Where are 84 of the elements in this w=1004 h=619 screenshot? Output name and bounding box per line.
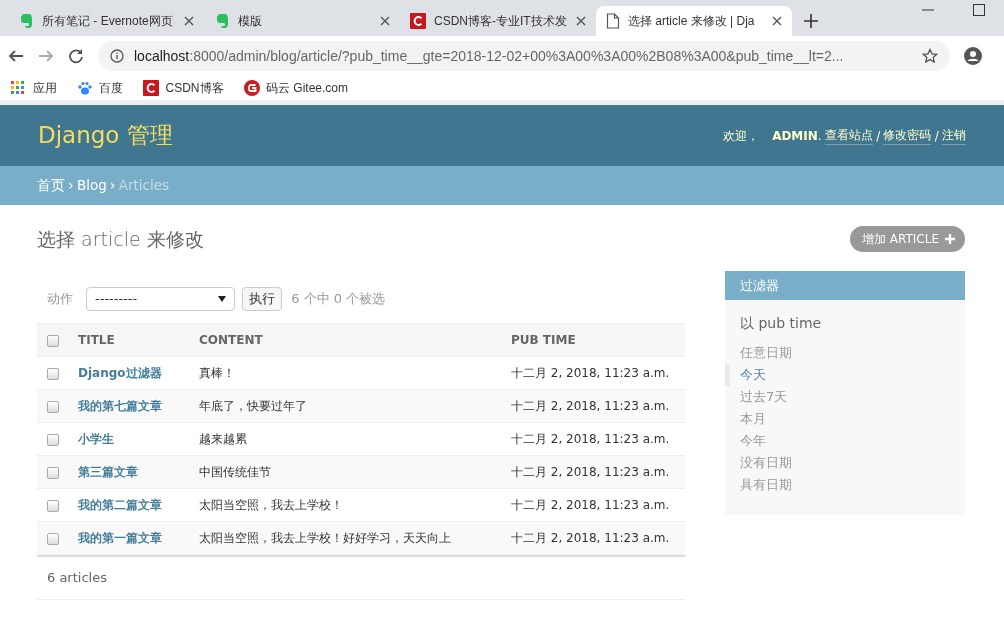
filter-option[interactable]: 任意日期 <box>725 342 965 364</box>
breadcrumb-separator: › <box>110 176 116 196</box>
close-icon[interactable] <box>380 16 390 26</box>
page-title: 选择 article 来修改 <box>37 227 204 251</box>
row-checkbox[interactable] <box>47 400 59 413</box>
welcome-text: 欢迎， <box>723 127 760 145</box>
content-text: 年底了，快要过年了 <box>199 399 307 413</box>
date-text: 十二月 2, 2018, 11:23 a.m. <box>511 531 670 545</box>
browser-tab[interactable]: 所有笔记 - Evernote网页 <box>8 6 204 36</box>
content-text: 太阳当空照，我去上学校！好好学习，天天向上 <box>199 531 451 545</box>
separator-text: . <box>817 127 822 145</box>
content-text: 中国传统佳节 <box>199 465 271 479</box>
row-checkbox[interactable] <box>47 367 59 380</box>
address-bar[interactable]: localhost:8000/admin/blog/article/?pub_time__gte=2018-12-02+00%3A00%3A00%2B08%3A00&pub_time__lt=2... <box>98 41 950 71</box>
row-checkbox[interactable] <box>47 499 59 512</box>
separator-text: / <box>876 127 881 145</box>
header-link[interactable]: 修改密码 <box>883 126 932 145</box>
filter-option[interactable]: 今年 <box>725 430 965 452</box>
title-link[interactable]: 小学生 <box>78 432 114 446</box>
breadcrumb-separator: › <box>68 176 74 196</box>
filter-option[interactable]: 本月 <box>725 408 965 430</box>
row-checkbox[interactable] <box>47 466 59 479</box>
info-icon <box>110 49 124 63</box>
bookmark[interactable]: CSDN博客 <box>143 79 224 97</box>
url-text: localhost:8000/admin/blog/article/?pub_time__gte=2018-12-02+00%3A00%3A00%2B08%3A00&pub_time__lt=2... <box>134 46 845 66</box>
content-text: 太阳当空照，我去上学校！ <box>199 498 343 512</box>
close-icon[interactable] <box>184 16 194 26</box>
result-count: 6 articles <box>47 569 107 588</box>
date-text: 十二月 2, 2018, 11:23 a.m. <box>511 498 670 512</box>
column-header[interactable]: PUB TIME <box>511 333 576 347</box>
filter-option[interactable]: 没有日期 <box>725 452 965 474</box>
filter-option[interactable]: 过去7天 <box>725 386 965 408</box>
reload-icon[interactable] <box>68 48 84 64</box>
bookmark[interactable]: 百度 <box>76 79 123 97</box>
close-icon[interactable] <box>772 16 782 26</box>
paw-icon <box>76 80 93 96</box>
account-icon[interactable] <box>964 47 982 65</box>
browser-tab[interactable]: 选择 article 来修改 | Dja <box>596 6 792 36</box>
content-text: 真棒！ <box>199 366 235 380</box>
c-logo-icon <box>410 13 426 29</box>
maximize-icon[interactable] <box>972 4 985 16</box>
action-select[interactable]: --------- <box>86 287 235 311</box>
elephant-icon <box>18 13 34 29</box>
filter-option[interactable]: 具有日期 <box>725 474 965 496</box>
title-link[interactable]: 我的第二篇文章 <box>78 498 162 512</box>
c-logo-icon <box>143 80 159 96</box>
date-text: 十二月 2, 2018, 11:23 a.m. <box>511 399 670 413</box>
back-icon[interactable] <box>8 48 24 64</box>
date-text: 十二月 2, 2018, 11:23 a.m. <box>511 432 670 446</box>
row-checkbox[interactable] <box>47 433 59 446</box>
browser-tab[interactable]: CSDN博客-专业IT技术发 <box>400 6 596 36</box>
header-link[interactable]: 注销 <box>942 126 966 145</box>
header-link[interactable]: 查看站点 <box>824 126 873 145</box>
apps-grid-icon <box>10 80 26 96</box>
column-header[interactable]: CONTENT <box>199 333 263 347</box>
star-icon[interactable] <box>922 48 938 64</box>
browser-tab[interactable]: 模版 <box>204 6 400 36</box>
go-button[interactable]: 执行 <box>241 287 282 311</box>
content-text: 越来越累 <box>199 432 247 446</box>
selection-counter: 6 个中 0 个被选 <box>291 290 386 309</box>
site-title[interactable]: Django 管理 <box>38 118 173 153</box>
select-all-checkbox[interactable] <box>47 334 59 347</box>
page-icon <box>606 13 620 29</box>
row-checkbox[interactable] <box>47 532 59 545</box>
filter-title: 过滤器 <box>740 276 779 295</box>
plus-icon <box>945 234 955 244</box>
breadcrumb-current: Articles <box>118 176 169 196</box>
bookmark[interactable]: 码云 Gitee.com <box>243 79 349 97</box>
bookmark[interactable]: 应用 <box>10 79 57 97</box>
action-label: 动作 <box>47 290 73 309</box>
separator-text: / <box>934 127 939 145</box>
elephant-icon <box>214 13 230 29</box>
close-icon[interactable] <box>576 16 586 26</box>
filter-option[interactable]: 今天 <box>725 364 965 386</box>
dropdown-caret-icon <box>218 296 226 302</box>
filter-heading: 以 pub time <box>740 315 822 331</box>
add-button[interactable]: 增加 ARTICLE <box>850 226 965 252</box>
g-logo-icon <box>243 80 260 96</box>
user-name: ADMIN <box>772 127 818 145</box>
new-tab-icon[interactable] <box>804 14 818 28</box>
title-link[interactable]: Django过滤器 <box>78 366 162 380</box>
date-text: 十二月 2, 2018, 11:23 a.m. <box>511 366 670 380</box>
date-text: 十二月 2, 2018, 11:23 a.m. <box>511 465 670 479</box>
column-header[interactable]: TITLE <box>78 333 115 347</box>
